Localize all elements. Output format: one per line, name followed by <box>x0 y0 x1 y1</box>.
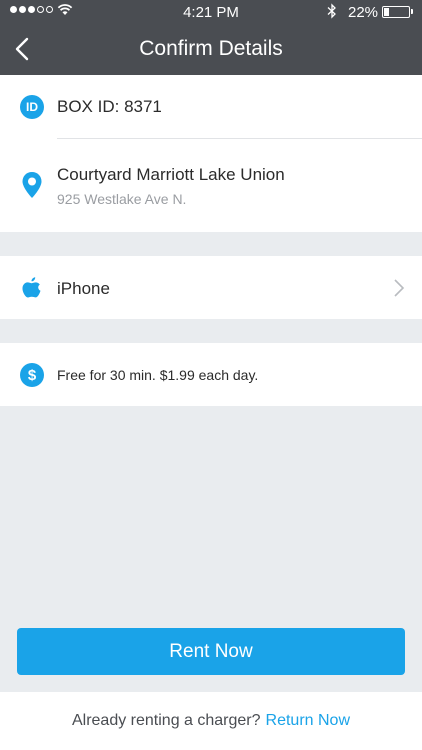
status-bar: 4:21 PM 22% <box>0 0 422 24</box>
battery-tip <box>411 9 413 14</box>
page-title: Confirm Details <box>139 37 283 60</box>
return-now-link[interactable]: Return Now <box>266 712 350 730</box>
footer: Already renting a charger? Return Now <box>0 692 422 750</box>
pricing-text: Free for 30 min. $1.99 each day. <box>57 367 259 383</box>
battery-level-fill <box>384 8 389 16</box>
device-name: iPhone <box>57 279 110 298</box>
chevron-right-icon <box>394 279 405 297</box>
location-name: Courtyard Marriott Lake Union <box>57 165 285 184</box>
apple-icon <box>22 277 41 298</box>
box-location-card: ID BOX ID: 8371 Courtyard Marriott Lake … <box>0 75 422 232</box>
nav-header: 4:21 PM 22% Confirm Details <box>0 0 422 75</box>
pricing-card: $ Free for 30 min. $1.99 each day. <box>0 343 422 406</box>
divider <box>57 138 422 139</box>
device-selector-row[interactable]: iPhone <box>0 256 422 319</box>
box-id-label: BOX ID: 8371 <box>57 97 162 116</box>
battery-icon <box>382 6 410 18</box>
rent-now-button[interactable]: Rent Now <box>17 628 405 675</box>
footer-prompt: Already renting a charger? <box>71 712 261 729</box>
location-address: 925 Westlake Ave N. <box>57 191 187 207</box>
battery-percent: 22% <box>348 4 379 21</box>
id-badge-icon: ID <box>20 95 44 119</box>
bluetooth-icon <box>327 3 336 19</box>
location-pin-icon <box>22 172 42 198</box>
dollar-icon: $ <box>20 363 44 387</box>
